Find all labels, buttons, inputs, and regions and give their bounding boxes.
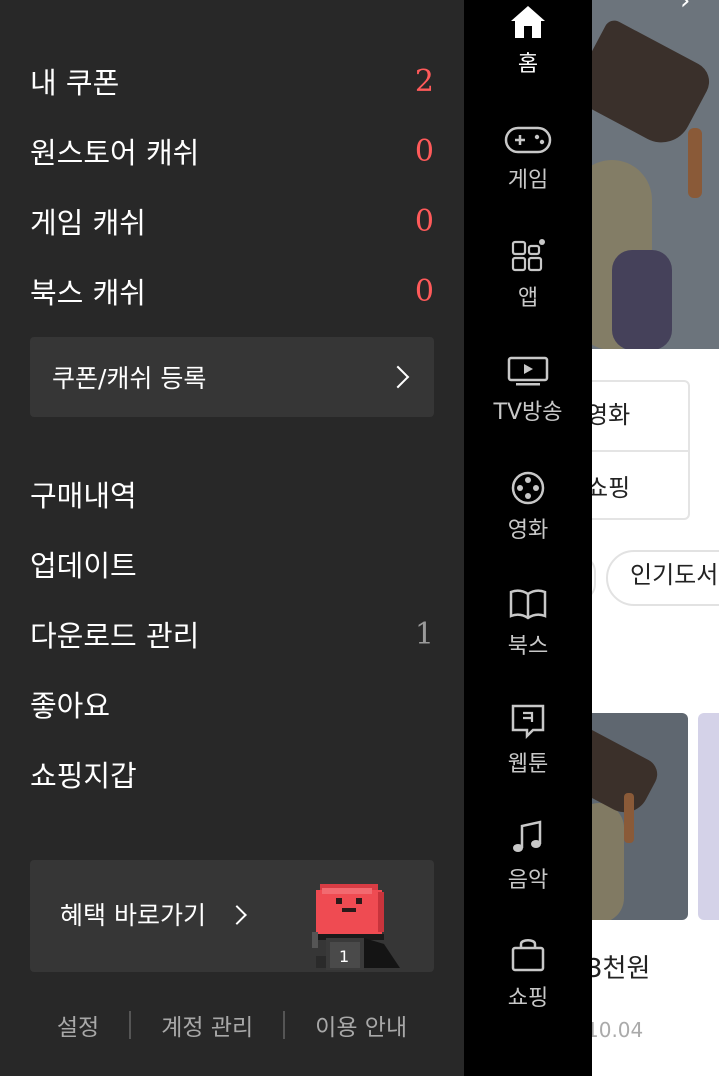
wallet-item-count: 0 bbox=[414, 203, 434, 239]
category-movie[interactable]: 영화 bbox=[592, 395, 630, 430]
category-nav-rail: 홈 게임 앱 TV방송 영화 북스 웹툰 음악 쇼핑 bbox=[464, 0, 592, 1076]
nav-item-webtoon[interactable]: 웹툰 bbox=[464, 702, 592, 812]
menu-item-likes[interactable]: 좋아요 bbox=[30, 679, 434, 729]
nav-item-home[interactable]: 홈 bbox=[464, 4, 592, 114]
coupon-cash-register-button[interactable]: 쿠폰/캐쉬 등록 bbox=[30, 337, 434, 417]
menu-item-download-manager[interactable]: 다운로드 관리 1 bbox=[30, 609, 434, 659]
nav-item-label: 게임 bbox=[507, 168, 549, 193]
nav-item-tv[interactable]: TV방송 bbox=[464, 354, 592, 464]
account-management-link[interactable]: 계정 관리 bbox=[161, 1008, 253, 1042]
wallet-item-label: 북스 캐쉬 bbox=[30, 276, 146, 310]
nav-item-label: 앱 bbox=[517, 286, 539, 311]
menu-item-label: 좋아요 bbox=[30, 689, 111, 723]
nav-item-label: TV방송 bbox=[493, 400, 563, 425]
content-card-image[interactable] bbox=[592, 713, 688, 920]
chevron-right-icon bbox=[227, 905, 247, 925]
usage-guide-link[interactable]: 이용 안내 bbox=[315, 1008, 407, 1042]
menu-item-label: 쇼핑지갑 bbox=[30, 759, 137, 793]
wallet-item-label: 내 쿠폰 bbox=[30, 66, 120, 100]
background-content: › 영화 쇼핑 인기도서 3천원 10.04 bbox=[592, 0, 719, 1076]
hero-banner-image[interactable]: › bbox=[592, 0, 719, 349]
wallet-item-label: 원스토어 캐쉬 bbox=[30, 136, 200, 170]
gamepad-icon bbox=[504, 126, 552, 154]
footer-divider bbox=[129, 1011, 132, 1039]
nav-item-label: 북스 bbox=[507, 634, 549, 659]
menu-item-label: 다운로드 관리 bbox=[30, 619, 200, 653]
wallet-item-books-cash[interactable]: 북스 캐쉬 0 bbox=[30, 266, 434, 316]
settings-link[interactable]: 설정 bbox=[57, 1008, 99, 1042]
mascot-badge: 1 bbox=[339, 947, 349, 966]
wallet-item-label: 게임 캐쉬 bbox=[30, 206, 146, 240]
popular-books-chip-label: 인기도서 bbox=[630, 561, 719, 589]
card-date: 10.04 bbox=[592, 1018, 644, 1042]
nav-item-label: 쇼핑 bbox=[507, 986, 549, 1011]
menu-item-shopping-wallet[interactable]: 쇼핑지갑 bbox=[30, 749, 434, 799]
wallet-item-count: 0 bbox=[414, 133, 434, 169]
wallet-item-count: 0 bbox=[414, 273, 434, 309]
drawer-footer: 설정 계정 관리 이용 안내 bbox=[0, 1000, 464, 1050]
chevron-right-icon bbox=[386, 365, 410, 389]
wallet-item-onestore-cash[interactable]: 원스토어 캐쉬 0 bbox=[30, 126, 434, 176]
wallet-item-game-cash[interactable]: 게임 캐쉬 0 bbox=[30, 196, 434, 246]
wallet-item-coupon[interactable]: 내 쿠폰 2 bbox=[30, 56, 434, 106]
content-card-image-2[interactable] bbox=[698, 713, 719, 920]
nav-item-label: 음악 bbox=[507, 868, 549, 893]
hero-arrow-icon[interactable]: › bbox=[680, 0, 690, 16]
nav-item-game[interactable]: 게임 bbox=[464, 122, 592, 232]
home-icon bbox=[511, 6, 545, 38]
menu-item-label: 구매내역 bbox=[30, 479, 137, 513]
film-reel-icon bbox=[511, 471, 545, 505]
nav-item-label: 홈 bbox=[517, 52, 539, 77]
pixel-mascot-icon: 1 bbox=[312, 884, 400, 970]
menu-item-purchase-history[interactable]: 구매내역 bbox=[30, 469, 434, 519]
nav-item-books[interactable]: 북스 bbox=[464, 586, 592, 696]
nav-item-apps[interactable]: 앱 bbox=[464, 238, 592, 348]
menu-item-updates[interactable]: 업데이트 bbox=[30, 539, 434, 589]
shopping-bag-icon bbox=[511, 939, 545, 972]
card-title: 3천원 bbox=[592, 954, 651, 984]
music-note-icon bbox=[513, 820, 542, 852]
nav-item-music[interactable]: 음악 bbox=[464, 818, 592, 928]
nav-item-label: 영화 bbox=[507, 518, 549, 543]
benefit-shortcut-button[interactable]: 혜택 바로가기 1 bbox=[30, 860, 434, 972]
nav-item-movie[interactable]: 영화 bbox=[464, 470, 592, 580]
menu-item-label: 업데이트 bbox=[30, 549, 137, 583]
benefit-button-label: 혜택 바로가기 bbox=[60, 901, 206, 930]
webtoon-bubble-icon bbox=[511, 704, 545, 740]
chip-partial[interactable] bbox=[592, 555, 596, 601]
menu-item-count: 1 bbox=[414, 616, 434, 652]
category-shopping[interactable]: 쇼핑 bbox=[592, 468, 630, 503]
tv-icon bbox=[507, 356, 549, 386]
register-button-label: 쿠폰/캐쉬 등록 bbox=[52, 364, 207, 393]
nav-item-shopping[interactable]: 쇼핑 bbox=[464, 936, 592, 1046]
apps-grid-icon bbox=[511, 239, 545, 272]
nav-item-label: 웹툰 bbox=[507, 752, 549, 777]
footer-divider bbox=[283, 1011, 286, 1039]
side-drawer: 내 쿠폰 2 원스토어 캐쉬 0 게임 캐쉬 0 북스 캐쉬 0 쿠폰/캐쉬 등… bbox=[0, 0, 464, 1076]
book-icon bbox=[509, 589, 547, 620]
wallet-item-count: 2 bbox=[414, 63, 434, 99]
